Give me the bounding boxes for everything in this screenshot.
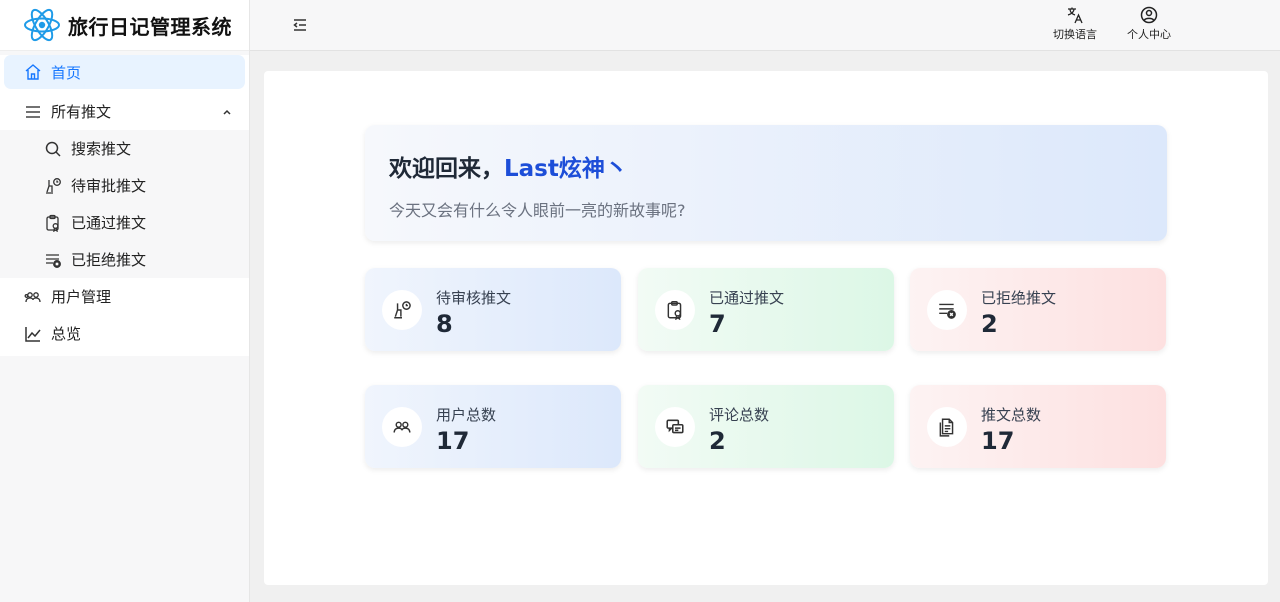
user-circle-icon [1140, 6, 1158, 24]
sidebar-item-label: 搜索推文 [71, 140, 132, 158]
rejected-list-icon [927, 290, 967, 330]
translate-icon [1067, 7, 1083, 24]
sidebar-item-user-management[interactable]: 用户管理 [0, 278, 249, 315]
sidebar: 旅行日记管理系统 首页 所有推文 搜索推文 待审批推文 已通过推文 已拒绝推文 … [0, 0, 250, 602]
top-header: 切换语言 个人中心 [250, 0, 1280, 51]
users-icon [24, 288, 42, 306]
pending-review-icon [382, 290, 422, 330]
collapse-menu-icon[interactable] [291, 16, 309, 34]
welcome-banner: 欢迎回来，Last炫神丶 今天又会有什么令人眼前一亮的新故事呢? [365, 125, 1167, 241]
search-icon [44, 140, 62, 158]
main-content: 欢迎回来，Last炫神丶 今天又会有什么令人眼前一亮的新故事呢? 待审核推文 8… [264, 71, 1268, 585]
stat-value: 2 [981, 310, 998, 338]
sidebar-item-all-posts[interactable]: 所有推文 [0, 93, 249, 130]
stat-label: 评论总数 [709, 406, 770, 424]
sidebar-item-label: 待审批推文 [71, 177, 147, 195]
welcome-subtitle: 今天又会有什么令人眼前一亮的新故事呢? [389, 201, 686, 220]
sidebar-item-label: 所有推文 [51, 103, 112, 121]
logo[interactable]: 旅行日记管理系统 [0, 0, 249, 51]
stat-card-rejected-posts[interactable]: 已拒绝推文 2 [910, 268, 1166, 351]
sidebar-item-home[interactable]: 首页 [4, 55, 245, 89]
sidebar-item-label: 总览 [51, 325, 82, 343]
chevron-up-icon[interactable] [221, 106, 233, 118]
stat-card-total-users[interactable]: 用户总数 17 [365, 385, 621, 468]
profile-label: 个人中心 [1127, 28, 1171, 41]
stat-value: 2 [709, 427, 726, 455]
stat-value: 7 [709, 310, 726, 338]
stat-card-pending-posts[interactable]: 待审核推文 8 [365, 268, 621, 351]
sidebar-menu-bottom: 用户管理 总览 [0, 278, 249, 356]
sidebar-item-label: 已通过推文 [71, 214, 147, 232]
app-title: 旅行日记管理系统 [68, 14, 232, 39]
react-logo-icon [24, 8, 60, 42]
line-chart-icon [24, 325, 42, 343]
rejected-list-icon [44, 251, 62, 269]
stat-label: 推文总数 [981, 406, 1042, 424]
documents-icon [927, 407, 967, 447]
sidebar-item-label: 已拒绝推文 [71, 251, 147, 269]
sidebar-item-search-posts[interactable]: 搜索推文 [0, 130, 249, 167]
stat-card-total-comments[interactable]: 评论总数 2 [638, 385, 894, 468]
approved-clipboard-icon [44, 214, 62, 232]
stat-label: 已拒绝推文 [981, 289, 1057, 307]
stat-label: 用户总数 [436, 406, 497, 424]
language-label: 切换语言 [1053, 28, 1097, 41]
welcome-greeting: 欢迎回来， [389, 156, 504, 182]
stat-value: 17 [436, 427, 470, 455]
stat-value: 8 [436, 310, 453, 338]
all-posts-submenu: 搜索推文 待审批推文 已通过推文 已拒绝推文 [0, 130, 249, 278]
welcome-username: Last炫神丶 [504, 156, 628, 182]
menu-lines-icon [24, 103, 42, 121]
sidebar-item-approved-posts[interactable]: 已通过推文 [0, 204, 249, 241]
users-icon [382, 407, 422, 447]
language-switch-button[interactable]: 切换语言 [1053, 6, 1097, 42]
stat-card-total-posts[interactable]: 推文总数 17 [910, 385, 1166, 468]
sidebar-item-overview[interactable]: 总览 [0, 315, 249, 352]
sidebar-item-pending-posts[interactable]: 待审批推文 [0, 167, 249, 204]
stat-value: 17 [981, 427, 1015, 455]
profile-button[interactable]: 个人中心 [1127, 6, 1171, 42]
sidebar-item-label: 首页 [51, 63, 82, 82]
stat-card-approved-posts[interactable]: 已通过推文 7 [638, 268, 894, 351]
welcome-title: 欢迎回来，Last炫神丶 [389, 149, 628, 183]
pending-review-icon [44, 177, 62, 195]
sidebar-menu: 首页 所有推文 [0, 55, 249, 130]
sidebar-item-label: 用户管理 [51, 288, 112, 306]
home-icon [24, 63, 42, 81]
comments-icon [655, 407, 695, 447]
stat-label: 待审核推文 [436, 289, 512, 307]
stat-label: 已通过推文 [709, 289, 785, 307]
sidebar-item-rejected-posts[interactable]: 已拒绝推文 [0, 241, 249, 278]
approved-clipboard-icon [655, 290, 695, 330]
